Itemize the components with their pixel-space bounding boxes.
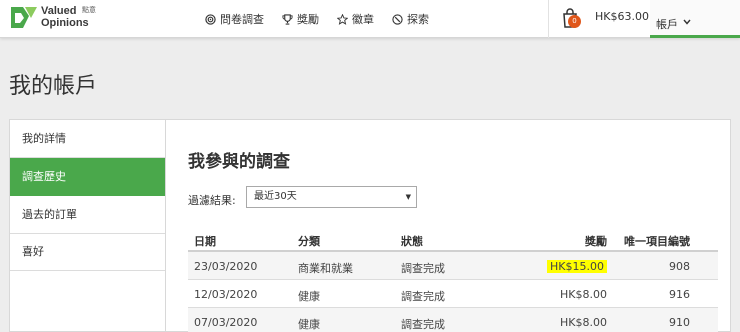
nav-surveys[interactable]: 問卷調查 — [205, 11, 264, 27]
sidebar-item-survey-history[interactable]: 調查歷史 — [10, 158, 166, 196]
brand-name-cn: 點意 — [82, 6, 96, 14]
cell-status: 調查完成 — [401, 290, 445, 303]
column-header-category[interactable]: 分類 — [298, 233, 320, 249]
nav-surveys-label: 問卷調查 — [220, 13, 264, 26]
sidebar-item-preferences[interactable]: 喜好 — [10, 233, 166, 271]
account-balance: HK$63.00 — [595, 10, 649, 23]
nav-explore[interactable]: 探索 — [392, 11, 429, 27]
column-header-reward[interactable]: 獎勵 — [585, 233, 607, 249]
panel-title: 我參與的調查 — [188, 152, 290, 172]
cell-date: 12/03/2020 — [194, 288, 258, 301]
trophy-icon — [282, 13, 293, 25]
compass-icon — [392, 13, 403, 25]
table-row: 23/03/2020 商業和就業 調查完成 HK$15.00 908 — [188, 252, 718, 280]
main-nav: 問卷調查 獎勵 徽章 探索 — [205, 0, 447, 38]
account-menu[interactable]: 帳戶 — [650, 0, 740, 38]
cell-date: 23/03/2020 — [194, 260, 258, 273]
nav-badges[interactable]: 徽章 — [337, 11, 374, 27]
sidebar-item-past-orders[interactable]: 過去的訂單 — [10, 196, 166, 234]
cell-reward: HK$8.00 — [560, 316, 607, 329]
filter-label: 過濾結果: — [188, 194, 236, 207]
column-header-status[interactable]: 狀態 — [401, 233, 423, 249]
logo-mark-icon — [11, 7, 37, 28]
cell-date: 07/03/2020 — [194, 316, 258, 329]
cell-category: 健康 — [298, 318, 320, 331]
nav-rewards-label: 獎勵 — [297, 13, 319, 26]
survey-history-panel: 我參與的調查 過濾結果: 最近30天 ▼ 日期 分類 狀態 獎勵 唯一項目編號 … — [165, 119, 731, 332]
cell-project-id: 916 — [669, 288, 690, 301]
cell-project-id: 908 — [669, 260, 690, 273]
nav-rewards[interactable]: 獎勵 — [282, 11, 319, 27]
account-menu-label: 帳戶 — [656, 18, 678, 31]
cell-reward: HK$8.00 — [560, 288, 607, 301]
brand-logo[interactable]: Valued Opinions 點意 — [9, 3, 109, 33]
filter-select[interactable]: 最近30天 ▼ — [246, 186, 417, 208]
cell-category: 健康 — [298, 290, 320, 303]
nav-explore-label: 探索 — [407, 13, 429, 26]
table-row: 07/03/2020 健康 調查完成 HK$8.00 910 — [188, 308, 718, 332]
filter-selected-value: 最近30天 — [254, 191, 297, 202]
column-header-project-id[interactable]: 唯一項目編號 — [624, 233, 690, 249]
nav-divider — [548, 0, 549, 38]
page-title: 我的帳戶 — [9, 74, 98, 99]
table-header: 日期 分類 狀態 獎勵 唯一項目編號 — [188, 226, 718, 252]
cell-category: 商業和就業 — [298, 262, 353, 275]
star-icon — [337, 13, 348, 25]
top-nav-bar: Valued Opinions 點意 問卷調查 獎勵 徽章 探索 0 HK$63… — [0, 0, 740, 38]
cart-count-badge: 0 — [568, 15, 581, 28]
account-sidebar: 我的詳情 調查歷史 過去的訂單 喜好 — [9, 119, 166, 332]
sidebar-item-details[interactable]: 我的詳情 — [10, 120, 166, 158]
table-row: 12/03/2020 健康 調查完成 HK$8.00 916 — [188, 280, 718, 308]
dropdown-arrow-icon: ▼ — [405, 193, 411, 201]
cell-reward: HK$15.00 — [547, 260, 607, 273]
column-header-date[interactable]: 日期 — [194, 233, 216, 249]
chevron-down-icon — [683, 19, 691, 25]
cell-status: 調查完成 — [401, 318, 445, 331]
cell-status: 調查完成 — [401, 262, 445, 275]
nav-badges-label: 徽章 — [352, 13, 374, 26]
target-icon — [205, 13, 216, 25]
cell-project-id: 910 — [669, 316, 690, 329]
